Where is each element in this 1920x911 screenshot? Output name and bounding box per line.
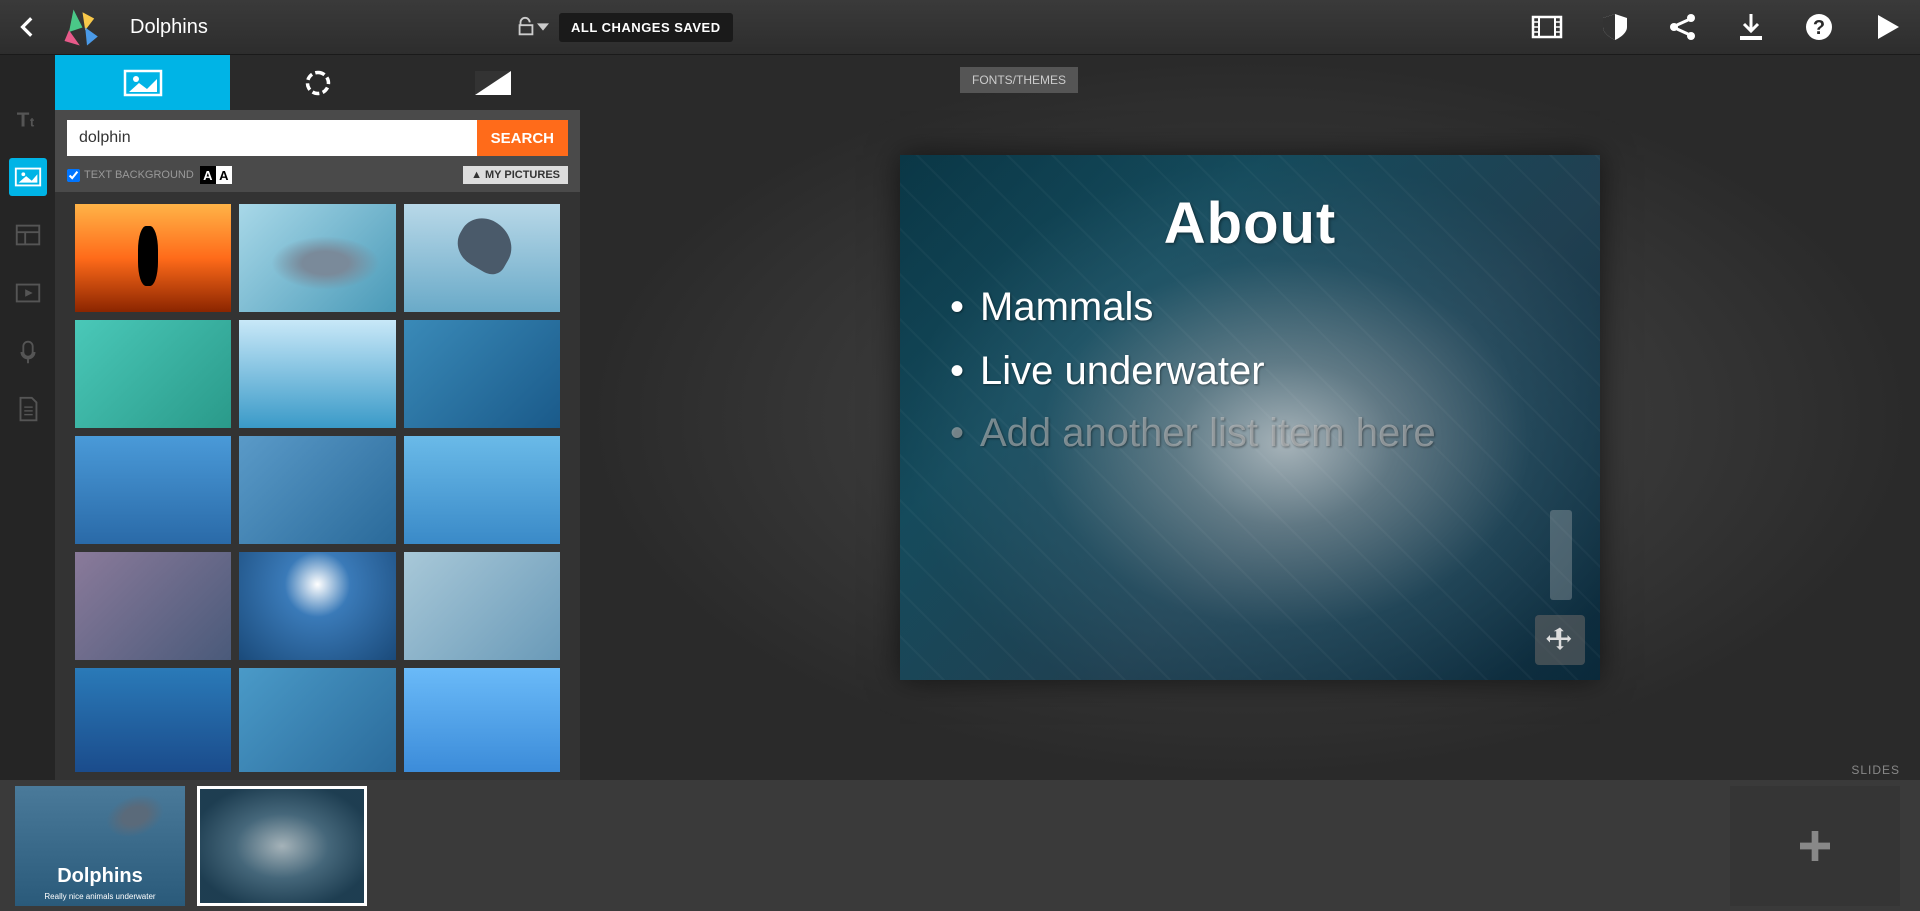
image-result[interactable] bbox=[404, 552, 560, 660]
slide-bullet-item[interactable]: Live underwater bbox=[950, 339, 1550, 403]
add-slide-button[interactable] bbox=[1730, 786, 1900, 906]
search-button[interactable]: SEARCH bbox=[477, 120, 568, 156]
image-result[interactable] bbox=[75, 204, 231, 312]
panel-tab-photos[interactable] bbox=[55, 55, 230, 110]
image-results-grid[interactable] bbox=[55, 192, 580, 772]
film-icon[interactable] bbox=[1529, 9, 1565, 45]
lock-icon[interactable] bbox=[515, 16, 549, 38]
sidebar-audio-tool[interactable] bbox=[9, 332, 47, 370]
image-result[interactable] bbox=[239, 204, 395, 312]
image-result[interactable] bbox=[404, 320, 560, 428]
image-result[interactable] bbox=[239, 552, 395, 660]
slide-bullet-list[interactable]: Mammals Live underwater Add another list… bbox=[950, 275, 1550, 463]
thumb-title: Dolphins bbox=[15, 865, 185, 888]
image-result[interactable] bbox=[75, 320, 231, 428]
text-color-swatch[interactable]: AA bbox=[200, 166, 232, 184]
text-background-checkbox[interactable]: TEXT BACKGROUND bbox=[67, 169, 194, 182]
text-background-label: TEXT BACKGROUND bbox=[84, 169, 194, 181]
panel-tab-backgrounds[interactable] bbox=[405, 55, 580, 110]
image-result[interactable] bbox=[404, 204, 560, 312]
image-result[interactable] bbox=[239, 436, 395, 544]
slide-title[interactable]: About bbox=[900, 190, 1600, 257]
image-result[interactable] bbox=[239, 668, 395, 772]
crop-handle[interactable] bbox=[1550, 510, 1572, 600]
my-pictures-button[interactable]: ▲ MY PICTURES bbox=[463, 166, 568, 184]
slide-bullet-item[interactable]: Mammals bbox=[950, 275, 1550, 339]
sidebar-layout-tool[interactable] bbox=[9, 216, 47, 254]
help-icon[interactable]: ? bbox=[1801, 9, 1837, 45]
fonts-themes-button[interactable]: FONTS/THEMES bbox=[960, 67, 1078, 93]
panel-tab-shapes[interactable] bbox=[230, 55, 405, 110]
slides-section-label: SLIDES bbox=[1851, 763, 1900, 777]
slide-thumbnail-2[interactable] bbox=[197, 786, 367, 906]
sidebar-image-tool[interactable] bbox=[9, 158, 47, 196]
svg-text:T: T bbox=[16, 109, 29, 132]
image-result[interactable] bbox=[404, 436, 560, 544]
search-input[interactable] bbox=[67, 120, 477, 156]
download-icon[interactable] bbox=[1733, 9, 1769, 45]
text-background-checkbox-input[interactable] bbox=[67, 169, 80, 182]
sidebar-document-tool[interactable] bbox=[9, 390, 47, 428]
sidebar-video-tool[interactable] bbox=[9, 274, 47, 312]
image-result[interactable] bbox=[239, 320, 395, 428]
reposition-handle[interactable] bbox=[1535, 615, 1585, 665]
svg-text:t: t bbox=[29, 115, 34, 130]
image-result[interactable] bbox=[75, 436, 231, 544]
image-result[interactable] bbox=[404, 668, 560, 772]
slide-canvas[interactable]: About Mammals Live underwater Add anothe… bbox=[900, 155, 1600, 680]
image-result[interactable] bbox=[75, 668, 231, 772]
svg-text:?: ? bbox=[1813, 17, 1825, 39]
sidebar-text-tool[interactable]: Tt bbox=[9, 100, 47, 138]
saved-status-badge: ALL CHANGES SAVED bbox=[559, 13, 733, 42]
presentation-title[interactable]: Dolphins bbox=[130, 16, 208, 39]
back-button[interactable] bbox=[15, 12, 45, 42]
slide-thumbnail-1[interactable]: Dolphins Really nice animals underwater bbox=[15, 786, 185, 906]
app-logo bbox=[60, 5, 105, 50]
slide-bullet-placeholder[interactable]: Add another list item here bbox=[950, 403, 1550, 463]
thumb-subtitle: Really nice animals underwater bbox=[15, 892, 185, 901]
share-icon[interactable] bbox=[1665, 9, 1701, 45]
image-result[interactable] bbox=[75, 552, 231, 660]
play-icon[interactable] bbox=[1869, 9, 1905, 45]
shield-icon[interactable] bbox=[1597, 9, 1633, 45]
